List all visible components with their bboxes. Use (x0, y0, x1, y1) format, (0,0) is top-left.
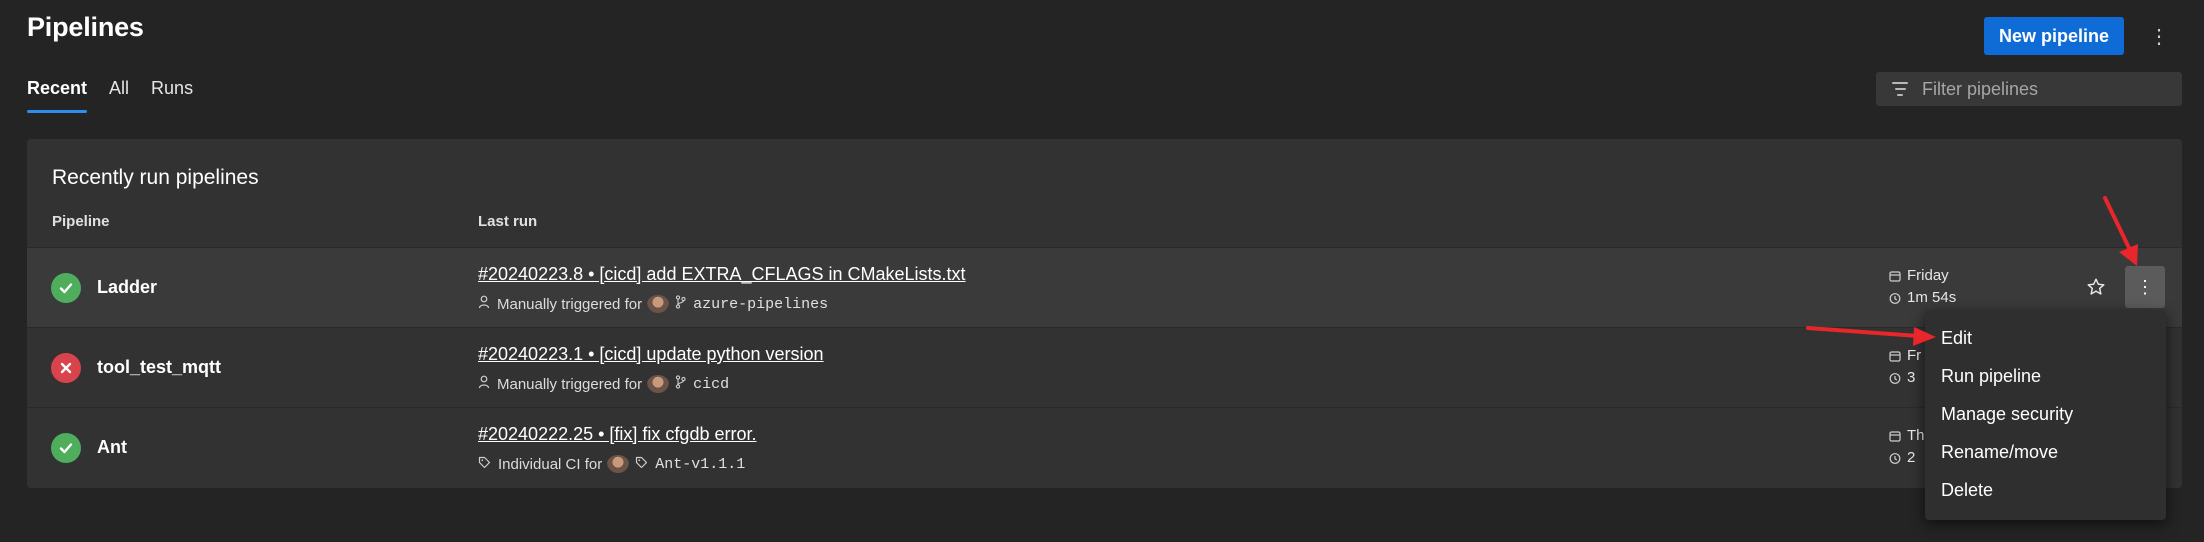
person-icon (478, 295, 490, 313)
menu-item-delete[interactable]: Delete (1941, 480, 1993, 501)
run-date-text: Th (1907, 427, 1925, 444)
pipeline-name[interactable]: Ant (97, 437, 127, 458)
tag-icon (635, 456, 648, 473)
row-more-actions-button[interactable]: ⋮ (2125, 266, 2165, 308)
avatar (647, 295, 670, 313)
run-duration-text: 1m 54s (1907, 289, 1957, 306)
run-duration-text: 2 (1907, 449, 1916, 466)
calendar-icon (1889, 430, 1901, 442)
run-link[interactable]: #20240223.8 • [cicd] add EXTRA_CFLAGS in… (478, 264, 966, 285)
trigger-text: Individual CI for (498, 455, 603, 473)
branch-name: cicd (693, 375, 730, 393)
tag-icon (478, 456, 491, 473)
new-pipeline-button[interactable]: New pipeline (1984, 17, 2124, 55)
calendar-icon (1889, 270, 1901, 282)
clock-icon (1889, 372, 1901, 384)
card-title: Recently run pipelines (52, 166, 259, 189)
failed-status-icon (51, 353, 81, 383)
clock-icon (1889, 452, 1901, 464)
recent-pipelines-card: Recently run pipelines Pipeline Last run… (27, 139, 2182, 488)
run-link[interactable]: #20240223.1 • [cicd] update python versi… (478, 344, 824, 365)
run-date-text: Fr (1907, 347, 1922, 364)
person-icon (478, 375, 490, 393)
run-duration: 2 (1889, 449, 1915, 466)
branch-icon (675, 375, 686, 393)
column-header-last-run: Last run (478, 213, 538, 230)
filter-icon (1892, 82, 1908, 96)
filter-box (1876, 72, 2182, 106)
menu-item-rename-move[interactable]: Rename/move (1941, 442, 2058, 463)
avatar (647, 375, 670, 393)
tab-runs[interactable]: Runs (151, 78, 193, 113)
run-meta: Manually triggered for cicd (478, 375, 729, 393)
favorite-star-icon[interactable] (2085, 276, 2109, 300)
filter-input[interactable] (1920, 77, 2174, 101)
pipeline-name[interactable]: tool_test_mqtt (97, 357, 221, 378)
success-status-icon (51, 273, 81, 303)
menu-item-run-pipeline[interactable]: Run pipeline (1941, 366, 2041, 387)
pipeline-row[interactable]: Ant #20240222.25 • [fix] fix cfgdb error… (27, 407, 2182, 488)
run-date: Friday (1889, 267, 1949, 284)
run-meta: Individual CI for Ant-v1.1.1 (478, 455, 745, 473)
calendar-icon (1889, 350, 1901, 362)
success-status-icon (51, 433, 81, 463)
avatar (607, 455, 630, 473)
run-meta: Manually triggered for azure-pipelines (478, 295, 828, 313)
tab-all[interactable]: All (109, 78, 129, 113)
pipeline-row[interactable]: tool_test_mqtt #20240223.1 • [cicd] upda… (27, 327, 2182, 408)
page-title: Pipelines (27, 12, 144, 42)
branch-name: azure-pipelines (693, 295, 829, 313)
run-duration: 1m 54s (1889, 289, 1956, 306)
run-date: Th (1889, 427, 1925, 444)
run-link[interactable]: #20240222.25 • [fix] fix cfgdb error. (478, 424, 756, 445)
pipeline-name[interactable]: Ladder (97, 277, 157, 298)
context-menu: Edit Run pipeline Manage security Rename… (1925, 310, 2166, 520)
trigger-text: Manually triggered for (497, 295, 643, 313)
tab-recent[interactable]: Recent (27, 78, 88, 113)
clock-icon (1889, 292, 1901, 304)
menu-item-manage-security[interactable]: Manage security (1941, 404, 2073, 425)
run-date-text: Friday (1907, 267, 1949, 284)
branch-icon (675, 295, 686, 313)
pipeline-row[interactable]: Ladder #20240223.8 • [cicd] add EXTRA_CF… (27, 247, 2182, 328)
column-header-pipeline: Pipeline (52, 213, 110, 230)
more-options-icon[interactable]: ⋮ (2148, 22, 2170, 50)
tab-bar: Recent All Runs (27, 78, 215, 113)
trigger-text: Manually triggered for (497, 375, 643, 393)
run-date: Fr (1889, 347, 1921, 364)
run-duration-text: 3 (1907, 369, 1916, 386)
run-duration: 3 (1889, 369, 1915, 386)
tag-name: Ant-v1.1.1 (655, 455, 746, 473)
menu-item-edit[interactable]: Edit (1941, 328, 1972, 349)
